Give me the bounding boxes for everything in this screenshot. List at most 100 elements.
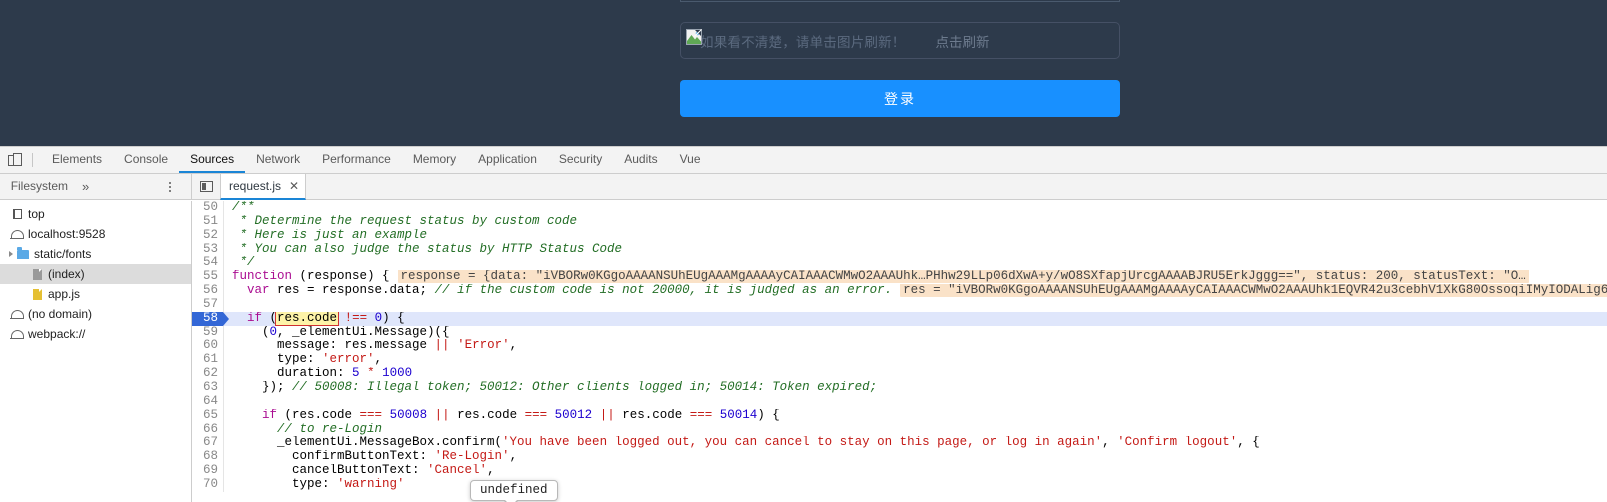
code-text[interactable]: duration: 5 * 1000 [224,367,1607,381]
code-line[interactable]: 52 * Here is just an example [192,228,1607,243]
code-line[interactable]: 67 _elementUi.MessageBox.confirm('You ha… [192,435,1607,451]
captcha-refresh-link[interactable]: 点击刷新 [936,31,990,51]
code-line[interactable]: 64 [192,394,1607,409]
tree-item[interactable]: (index) [0,264,191,284]
editor-tabbar: request.js ✕ [192,174,1607,200]
tab-application[interactable]: Application [467,147,548,173]
code-line[interactable]: 69 cancelButtonText: 'Cancel', [192,463,1607,478]
line-number[interactable]: 64 [192,394,223,409]
login-submit-button[interactable]: 登录 [680,80,1120,117]
line-number[interactable]: 62 [192,366,223,381]
tree-item[interactable]: top [0,204,191,224]
broken-image-icon[interactable] [686,28,702,45]
code-line[interactable]: 66 // to re-Login [192,422,1607,437]
code-text[interactable]: (0, _elementUi.Message)({ [224,326,1607,340]
code-text[interactable]: type: 'error', [224,353,1607,367]
code-text[interactable]: * Determine the request status by custom… [224,215,1607,229]
editor-tab-request-js[interactable]: request.js ✕ [220,174,307,200]
code-text[interactable]: var res = response.data; // if the custo… [224,284,1607,298]
tree-item[interactable]: static/fonts [0,244,191,264]
line-number[interactable]: 60 [192,339,223,354]
code-text[interactable]: message: res.message || 'Error', [224,339,1607,353]
tab-console[interactable]: Console [113,147,179,173]
expand-arrow-icon[interactable] [6,251,16,257]
more-options-icon[interactable] [163,174,177,199]
line-number[interactable]: 50 [192,201,223,215]
navigator-pane-toggle-icon[interactable] [192,174,220,199]
tab-network[interactable]: Network [245,147,311,173]
code-text[interactable]: /** [224,201,1607,215]
tree-item[interactable]: (no domain) [0,304,191,324]
tab-elements[interactable]: Elements [41,147,113,173]
code-line[interactable]: 62 duration: 5 * 1000 [192,366,1607,381]
code-text[interactable]: function (response) {response = {data: "… [224,270,1607,284]
code-line[interactable]: 53 * You can also judge the status by HT… [192,242,1607,257]
js-document-icon [30,288,44,300]
code-text[interactable]: }); // 50008: Illegal token; 50012: Othe… [224,381,1607,395]
navigator-tab-filesystem[interactable]: Filesystem [7,174,72,199]
code-line[interactable]: 54 */ [192,256,1607,271]
code-line[interactable]: 55 function (response) {response = {data:… [192,269,1607,285]
code-line[interactable]: 51 * Determine the request status by cus… [192,214,1607,229]
code-text[interactable]: type: 'warning' [224,478,1607,492]
captcha-field[interactable]: 如果看不清楚，请单击图片刷新！ 点击刷新 [680,22,1120,59]
code-line[interactable]: 56 var res = response.data; // if the cu… [192,283,1607,298]
line-number[interactable]: 63 [192,380,223,395]
line-number[interactable]: 59 [192,325,223,340]
code-text[interactable]: * You can also judge the status by HTTP … [224,243,1607,257]
code-text[interactable]: if (res.code !== 0) { [224,311,1607,326]
tab-audits[interactable]: Audits [613,147,668,173]
line-number[interactable]: 61 [192,352,223,368]
code-line[interactable]: 61 type: 'error', [192,352,1607,368]
line-number[interactable]: 55 [192,269,223,285]
code-text[interactable]: * Here is just an example [224,229,1607,243]
tree-item-label: webpack:// [28,327,86,341]
tree-item[interactable]: webpack:// [0,324,191,344]
line-number[interactable]: 66 [192,422,223,437]
code-editor[interactable]: 50/** 51 * Determine the request status b… [192,201,1607,502]
code-line[interactable]: 50/** [192,201,1607,215]
tab-sources[interactable]: Sources [179,147,246,173]
code-text[interactable]: cancelButtonText: 'Cancel', [224,464,1607,478]
tab-vue[interactable]: Vue [669,147,712,173]
code-text[interactable]: _elementUi.MessageBox.confirm('You have … [224,436,1607,450]
line-number[interactable]: 53 [192,242,223,257]
line-number[interactable]: 67 [192,435,223,451]
code-line[interactable]: 68 confirmButtonText: 'Re-Login', [192,449,1607,465]
code-line[interactable]: 60 message: res.message || 'Error', [192,339,1607,354]
code-line[interactable]: 57 [192,297,1607,312]
editor-tab-label: request.js [229,179,282,193]
code-text[interactable]: confirmButtonText: 'Re-Login', [224,450,1607,464]
line-number[interactable]: 56 [192,283,223,298]
line-number[interactable]: 52 [192,228,223,243]
navigator-overflow-icon[interactable]: » [82,179,89,194]
line-number[interactable]: 68 [192,449,223,465]
cloud-icon [10,230,24,240]
code-line[interactable]: 65 if (res.code === 50008 || res.code ==… [192,408,1607,423]
tab-performance[interactable]: Performance [311,147,402,173]
tree-item[interactable]: localhost:9528 [0,224,191,244]
screen: 如果看不清楚，请单击图片刷新！ 点击刷新 登录 Elements Console S… [0,0,1607,502]
line-number[interactable]: 70 [192,477,223,492]
tab-security[interactable]: Security [548,147,613,173]
code-line[interactable]: 70 type: 'warning' [192,477,1607,492]
code-line[interactable]: 58 if (res.code !== 0) { [192,311,1607,326]
selected-token[interactable]: res.code [275,311,340,326]
breakpoint-marker[interactable]: 58 [192,311,229,326]
line-number[interactable]: 65 [192,408,223,423]
code-text[interactable]: if (res.code === 50008 || res.code === 5… [224,409,1607,423]
tree-item[interactable]: app.js [0,284,191,304]
code-line[interactable]: 59 (0, _elementUi.Message)({ [192,325,1607,340]
line-number[interactable]: 57 [192,297,223,312]
line-number[interactable]: 69 [192,463,223,478]
close-icon[interactable]: ✕ [289,180,299,192]
line-number[interactable]: 54 [192,256,223,271]
tree-item-label: app.js [48,287,81,301]
line-number[interactable]: 51 [192,214,223,229]
tree-item-label: top [28,207,45,221]
code-text[interactable]: // to re-Login [224,423,1607,437]
tab-memory[interactable]: Memory [402,147,467,173]
device-toolbar-toggle-icon[interactable] [0,147,30,173]
code-line[interactable]: 63 }); // 50008: Illegal token; 50012: O… [192,380,1607,395]
code-text[interactable]: */ [224,256,1607,270]
